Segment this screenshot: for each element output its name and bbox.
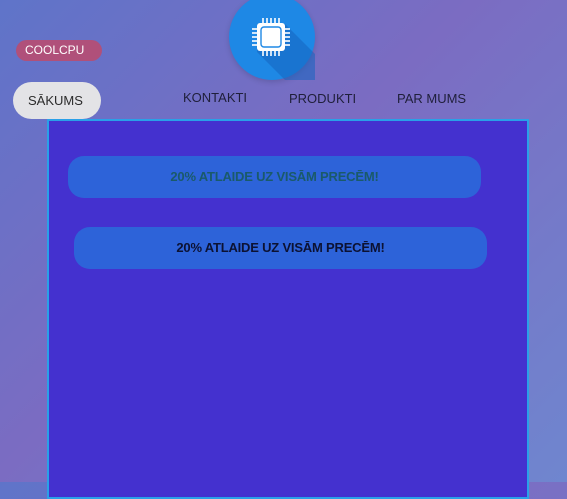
promo-banner[interactable]: 20% ATLAIDE UZ VISĀM PRECĒM! (74, 227, 487, 269)
main-content-panel: 20% ATLAIDE UZ VISĀM PRECĒM! 20% ATLAIDE… (47, 119, 529, 499)
nav-kontakti-link[interactable]: KONTAKTI (183, 90, 247, 105)
cpu-chip-icon (252, 18, 315, 80)
nav-par-mums-link[interactable]: PAR MUMS (397, 91, 466, 106)
promo-banner[interactable]: 20% ATLAIDE UZ VISĀM PRECĒM! (68, 156, 481, 198)
nav-produkti-link[interactable]: PRODUKTI (289, 91, 356, 106)
nav-home-button[interactable]: SĀKUMS (13, 82, 101, 119)
brand-badge: COOLCPU (16, 40, 102, 61)
logo[interactable] (229, 0, 315, 80)
